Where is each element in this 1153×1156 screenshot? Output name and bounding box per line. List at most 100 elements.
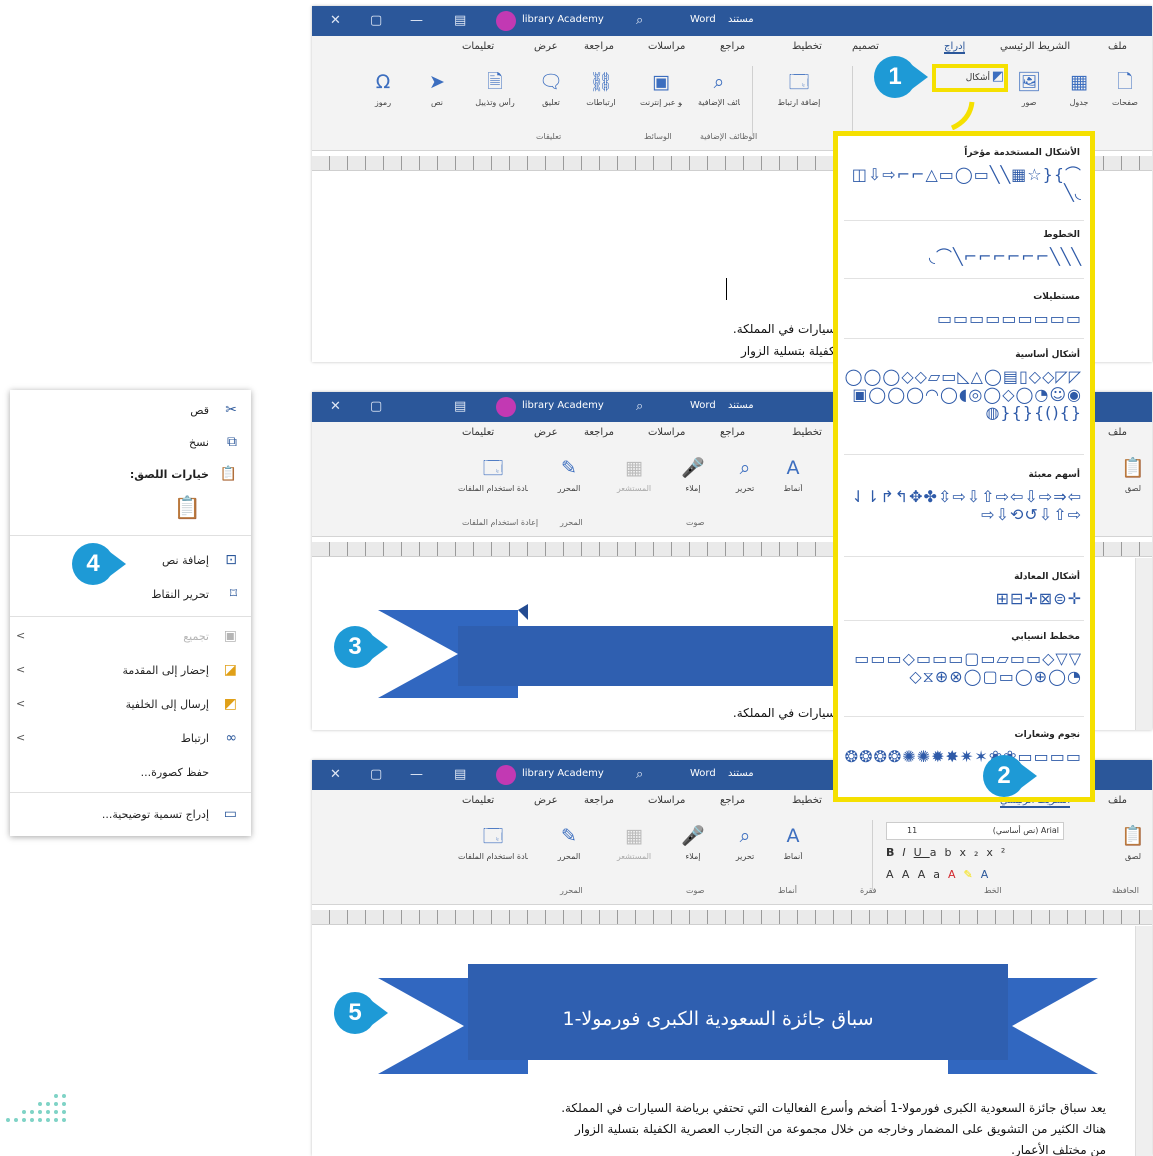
editing-button[interactable]: ⌕ تحرير <box>724 824 766 861</box>
stars-banners-gallery[interactable]: ❂❂❂❂✺✺✹✸✷✶❀❀▭▭▭▭ <box>842 748 1082 766</box>
tab-view[interactable]: عرض <box>534 41 558 52</box>
tab-view[interactable]: عرض <box>534 427 558 438</box>
menu-item-insert-caption[interactable]: ▭ إدراج تسمية توضيحية... <box>10 800 251 830</box>
tab-file[interactable]: ملف <box>1108 795 1127 806</box>
editor-button[interactable]: ✎ المحرر <box>548 456 590 493</box>
tab-file[interactable]: ملف <box>1108 41 1127 52</box>
vertical-scrollbar[interactable] <box>1135 558 1152 730</box>
dictate-button[interactable]: 🎤 إملاء <box>672 824 714 861</box>
symbols-button[interactable]: Ω رموز <box>362 70 404 107</box>
ribbon-display-icon[interactable]: ▤ <box>454 399 466 414</box>
menu-item-send-to-back[interactable]: ◩ إرسال إلى الخلفية < <box>10 690 251 720</box>
tab-home[interactable]: الشريط الرئيسي <box>1000 41 1070 52</box>
restore-icon[interactable]: ▢ <box>370 767 382 782</box>
editing-button[interactable]: ⌕ تحرير <box>724 456 766 493</box>
avatar[interactable] <box>496 397 516 417</box>
links-button[interactable]: ⛓ ارتباطات <box>580 70 622 107</box>
tab-file[interactable]: ملف <box>1108 427 1127 438</box>
shapes-button[interactable]: أشكال ◩ <box>932 64 1008 92</box>
restore-icon[interactable]: ▢ <box>370 399 382 414</box>
tab-design[interactable]: تصميم <box>852 41 879 52</box>
text-button[interactable]: ➤ نص <box>416 70 458 107</box>
ribbon-display-icon[interactable]: ▤ <box>454 767 466 782</box>
online-video-button[interactable]: ▣فيديو عبر إنترنت <box>640 70 682 107</box>
subscript-icon[interactable]: x₂ <box>959 846 986 859</box>
tab-help[interactable]: تعليمات <box>462 427 494 438</box>
case-icon[interactable]: Aa <box>918 868 948 881</box>
tab-review[interactable]: مراجعة <box>584 427 614 438</box>
search-icon[interactable]: ⌕ <box>636 767 643 782</box>
reuse-files-button[interactable]: 🗔 إضافة ارتباط <box>764 70 834 107</box>
close-icon[interactable]: ✕ <box>330 399 341 414</box>
tab-mailings[interactable]: مراسلات <box>648 795 685 806</box>
rectangles-gallery[interactable]: ▭▭▭▭▭▭▭▭▭ <box>842 310 1082 328</box>
highlight-icon[interactable]: ✎ <box>963 868 980 881</box>
comment-button[interactable]: 🗨 تعليق <box>530 70 572 107</box>
menu-item-cut[interactable]: ✂ قص <box>10 396 251 426</box>
font-color-icon[interactable]: A <box>948 868 964 881</box>
recent-shapes-gallery[interactable]: ◫⇩⇨⌐⌐△▭◯▭╲╲▦☆}{⌒╲◟ <box>842 166 1082 202</box>
vertical-scrollbar[interactable] <box>1135 926 1152 1156</box>
tab-help[interactable]: تعليمات <box>462 795 494 806</box>
pictures-button[interactable]: 🖼 صور <box>1008 70 1050 107</box>
underline-icon[interactable]: U <box>914 846 930 859</box>
tab-references[interactable]: مراجع <box>720 427 745 438</box>
italic-icon[interactable]: I <box>902 846 913 859</box>
font-size[interactable]: 11 <box>907 826 917 835</box>
strikethrough-icon[interactable]: ab <box>930 846 960 859</box>
shrink-font-icon[interactable]: A <box>902 868 918 881</box>
ribbon-display-icon[interactable]: ▤ <box>454 13 466 28</box>
basic-shapes-gallery[interactable]: ◯◯◯◇◇▱▭◺△◯▤▯◇◇◸◸▣◯◯◯◠◯◖◎◯◇◯◔☺◉◍}{}{(){} <box>842 368 1082 422</box>
tab-view[interactable]: عرض <box>534 795 558 806</box>
styles-button[interactable]: A أنماط <box>772 456 814 493</box>
tab-references[interactable]: مراجع <box>720 41 745 52</box>
tab-layout[interactable]: تخطيط <box>792 795 822 806</box>
editor-button[interactable]: ✎ المحرر <box>548 824 590 861</box>
menu-item-copy[interactable]: ⧉ نسخ <box>10 428 251 458</box>
tab-mailings[interactable]: مراسلات <box>648 41 685 52</box>
tab-references[interactable]: مراجع <box>720 795 745 806</box>
paste-button[interactable]: 📋 لصق <box>1112 456 1152 493</box>
tab-layout[interactable]: تخطيط <box>792 41 822 52</box>
tab-layout[interactable]: تخطيط <box>792 427 822 438</box>
bold-icon[interactable]: B <box>886 846 902 859</box>
menu-item-add-text[interactable]: ⊡ إضافة نص <box>10 546 251 576</box>
avatar[interactable] <box>496 765 516 785</box>
minimize-icon[interactable]: — <box>410 13 423 28</box>
reuse-files-button[interactable]: 🗔 إعادة استخدام الملفات <box>458 456 528 493</box>
flowchart-gallery[interactable]: ▭▭▭◇▭▭▭▢▭▱▭▭◇▽▽◇⧖⊕⊗◯▢▭◯⊕◯◔ <box>842 650 1082 686</box>
search-icon[interactable]: ⌕ <box>636 399 643 414</box>
styles-button[interactable]: A أنماط <box>772 824 814 861</box>
minimize-icon[interactable]: — <box>410 767 423 782</box>
addins-button[interactable]: ⌕الوظائف الإضافية <box>698 70 740 107</box>
paste-keep-format-icon[interactable]: 📋 <box>174 496 201 521</box>
lines-gallery[interactable]: ◟⌒╲⌐⌐⌐⌐⌐⌐╲╲╲ <box>842 248 1082 266</box>
close-icon[interactable]: ✕ <box>330 13 341 28</box>
dictate-button[interactable]: 🎤 إملاء <box>672 456 714 493</box>
menu-item-paste-options[interactable]: 📋 خيارات اللصق: <box>10 460 251 490</box>
avatar[interactable] <box>496 11 516 31</box>
close-icon[interactable]: ✕ <box>330 767 341 782</box>
table-button[interactable]: ▦ جدول <box>1058 70 1100 107</box>
menu-item-link[interactable]: ∞ ارتباط < <box>10 724 251 754</box>
sensitivity-button[interactable]: ▦ المستشعر <box>608 456 660 493</box>
tab-insert[interactable]: إدراج <box>944 41 966 54</box>
tab-review[interactable]: مراجعة <box>584 41 614 52</box>
ribbon-banner-shape[interactable] <box>378 604 898 704</box>
grow-font-icon[interactable]: A <box>886 868 902 881</box>
menu-item-edit-points[interactable]: ⌑ تحرير النقاط <box>10 580 251 610</box>
tab-mailings[interactable]: مراسلات <box>648 427 685 438</box>
menu-item-bring-to-front[interactable]: ◪ إحضار إلى المقدمة < <box>10 656 251 686</box>
sensitivity-button[interactable]: ▦ المستشعر <box>608 824 660 861</box>
font-box[interactable]: Arial (نص أساسي) 11 <box>886 822 1064 840</box>
tab-help[interactable]: تعليمات <box>462 41 494 52</box>
reuse-files-button[interactable]: 🗔 إعادة استخدام الملفات <box>458 824 528 861</box>
superscript-icon[interactable]: x² <box>986 846 1013 859</box>
menu-item-save-as-picture[interactable]: حفظ كصورة... <box>10 758 251 788</box>
paste-button[interactable]: 📋 لصق <box>1112 824 1152 861</box>
header-footer-button[interactable]: 🗎 رأس وتذييل <box>474 70 516 107</box>
block-arrows-gallery[interactable]: ⇃⇂↱↰✥✤⇳⇨⇩⇧⇨⇦⇩⇨⇒⇦⇨⇩⟲↺⇩⇧⇨ <box>842 488 1082 524</box>
tab-review[interactable]: مراجعة <box>584 795 614 806</box>
pages-button[interactable]: 🗋 صفحات <box>1104 70 1146 107</box>
equation-shapes-gallery[interactable]: ⊞⊟✛⊠⊜✛ <box>842 590 1082 608</box>
